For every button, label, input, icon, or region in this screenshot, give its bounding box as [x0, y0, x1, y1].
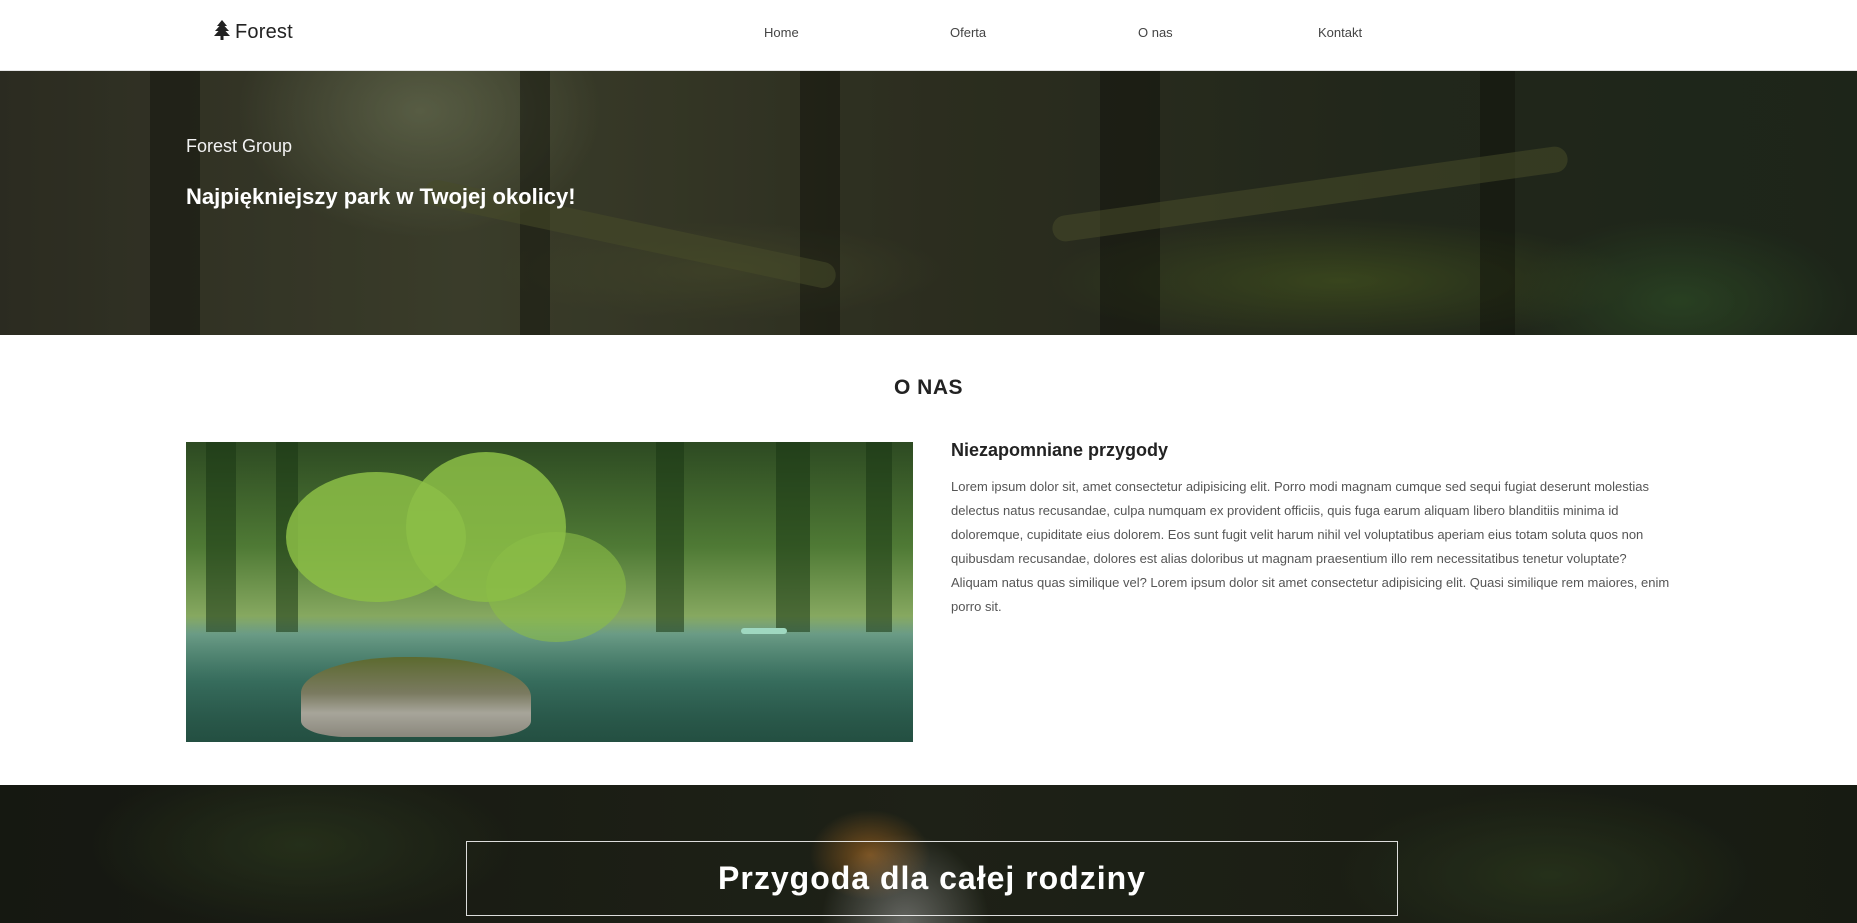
nav-link-home[interactable]: Home — [764, 25, 799, 40]
image-boat — [741, 628, 787, 634]
navbar: Forest Home Oferta O nas Kontakt — [0, 0, 1857, 71]
image-rock — [301, 657, 531, 737]
about-text: Lorem ipsum dolor sit, amet consectetur … — [951, 479, 1670, 614]
hero-title: Najpiękniejszy park w Twojej okolicy! — [186, 184, 576, 209]
nav-link-kontakt[interactable]: Kontakt — [1318, 25, 1362, 40]
section-title: O NAS — [893, 376, 963, 399]
image-tree-foliage — [486, 532, 626, 642]
tree-icon — [213, 20, 231, 45]
image-bg-tree — [866, 442, 892, 632]
about-image — [186, 442, 913, 742]
banner-title: Przygoda dla całej rodziny — [718, 860, 1146, 896]
banner-frame: Przygoda dla całej rodziny — [466, 841, 1398, 916]
nav-link-oferta[interactable]: Oferta — [950, 25, 986, 40]
hero-subtitle: Forest Group — [186, 136, 293, 156]
nav-link-o-nas[interactable]: O nas — [1138, 25, 1173, 40]
brand-logo[interactable]: Forest — [213, 20, 293, 45]
brand-name: Forest — [235, 21, 293, 43]
about-heading: Niezapomniane przygody — [951, 440, 1169, 460]
image-bg-tree — [776, 442, 810, 632]
image-bg-tree — [206, 442, 236, 632]
image-bg-tree — [656, 442, 684, 632]
family-banner: Przygoda dla całej rodziny — [0, 785, 1857, 923]
hero-section: Forest Group Najpiękniejszy park w Twoje… — [0, 71, 1857, 335]
